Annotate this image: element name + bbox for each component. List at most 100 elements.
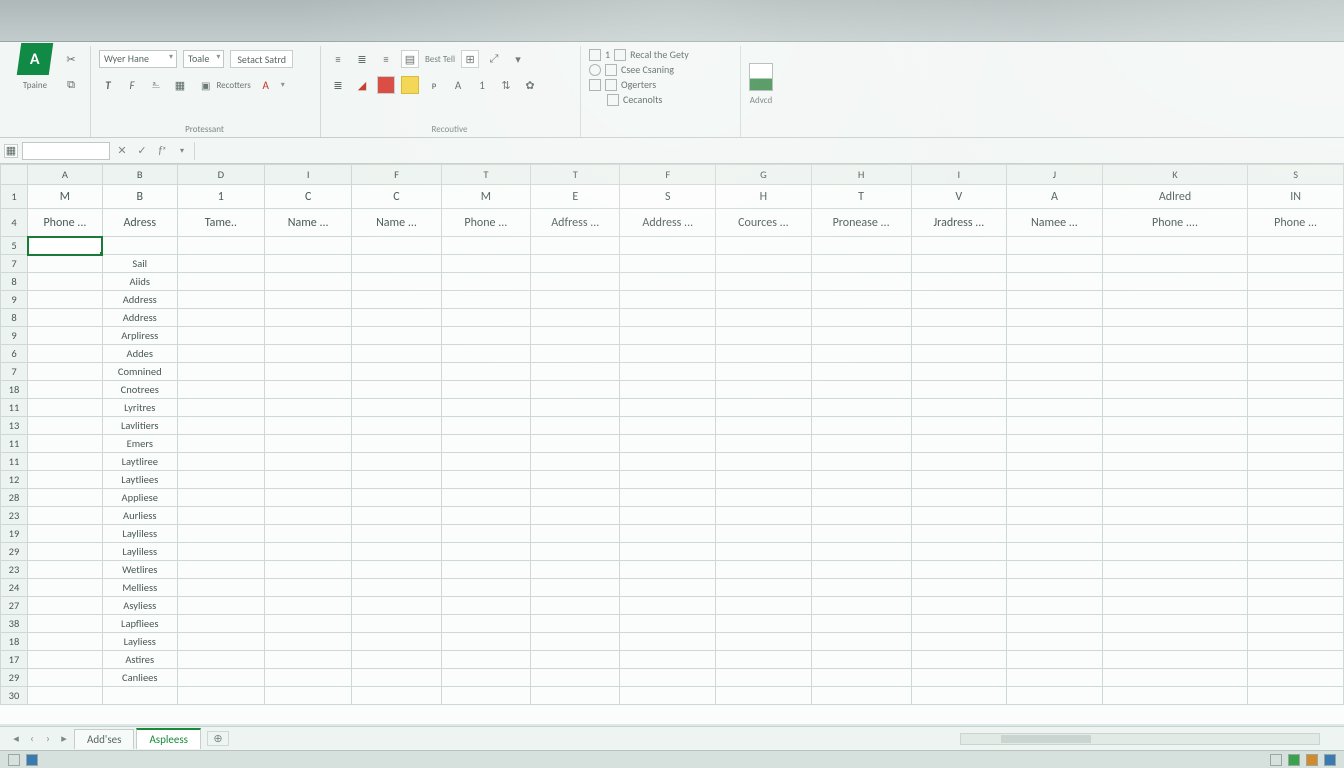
cell[interactable]: [1007, 507, 1103, 525]
cell[interactable]: [352, 579, 441, 597]
cell[interactable]: [177, 471, 264, 489]
cell[interactable]: [531, 651, 620, 669]
cell[interactable]: B: [102, 185, 177, 209]
cell[interactable]: [264, 615, 351, 633]
cell[interactable]: [1007, 399, 1103, 417]
cell[interactable]: [1102, 687, 1248, 705]
cell[interactable]: Jradress ...: [911, 209, 1007, 237]
row-header[interactable]: 18: [1, 633, 28, 651]
cell[interactable]: [811, 327, 911, 345]
row-header[interactable]: 13: [1, 417, 28, 435]
cell[interactable]: [177, 543, 264, 561]
cell[interactable]: [911, 633, 1007, 651]
column-header[interactable]: T: [441, 165, 530, 185]
indent-dec-icon[interactable]: ≣: [329, 76, 347, 94]
row-header[interactable]: 11: [1, 435, 28, 453]
cell[interactable]: [177, 507, 264, 525]
cell[interactable]: Address: [102, 309, 177, 327]
cell[interactable]: [441, 615, 530, 633]
cell[interactable]: [1007, 435, 1103, 453]
cell[interactable]: [620, 291, 716, 309]
cecanolts-link[interactable]: Cecanolts: [589, 93, 730, 106]
cell[interactable]: [352, 381, 441, 399]
cell[interactable]: [620, 507, 716, 525]
cell[interactable]: [264, 417, 351, 435]
cell[interactable]: [716, 417, 812, 435]
cell[interactable]: Lapfliees: [102, 615, 177, 633]
cell[interactable]: Astires: [102, 651, 177, 669]
cell[interactable]: [177, 669, 264, 687]
cell[interactable]: 1: [177, 185, 264, 209]
cell[interactable]: [264, 687, 351, 705]
cell[interactable]: [177, 399, 264, 417]
cell[interactable]: [441, 507, 530, 525]
cell[interactable]: [352, 417, 441, 435]
cell[interactable]: [1248, 237, 1344, 255]
cell[interactable]: [177, 579, 264, 597]
cell[interactable]: [531, 597, 620, 615]
cell[interactable]: E: [531, 185, 620, 209]
cell[interactable]: [531, 633, 620, 651]
cell[interactable]: [441, 309, 530, 327]
cell[interactable]: [352, 615, 441, 633]
cell[interactable]: Name ...: [264, 209, 351, 237]
row-header[interactable]: 28: [1, 489, 28, 507]
cell[interactable]: [352, 489, 441, 507]
cell[interactable]: [531, 237, 620, 255]
cell[interactable]: [28, 633, 103, 651]
cell[interactable]: [264, 363, 351, 381]
cell[interactable]: [1102, 435, 1248, 453]
view-normal-icon[interactable]: [1270, 754, 1282, 766]
cell[interactable]: Name ...: [352, 209, 441, 237]
csaning-link[interactable]: Csee Csaning: [589, 63, 730, 76]
cell[interactable]: [811, 237, 911, 255]
sort-icon[interactable]: ⇅: [497, 76, 515, 94]
cell[interactable]: Phone ....: [1102, 209, 1248, 237]
cell[interactable]: [1007, 345, 1103, 363]
cell[interactable]: Adlred: [1102, 185, 1248, 209]
cell[interactable]: [620, 453, 716, 471]
cell[interactable]: [1248, 363, 1344, 381]
row-header[interactable]: 8: [1, 273, 28, 291]
cell[interactable]: [177, 489, 264, 507]
column-header[interactable]: I: [264, 165, 351, 185]
align-center-icon[interactable]: ≣: [353, 50, 371, 68]
cell[interactable]: [620, 345, 716, 363]
cell[interactable]: [441, 237, 530, 255]
cell[interactable]: [811, 453, 911, 471]
add-sheet-icon[interactable]: ⊕: [207, 731, 229, 746]
cell[interactable]: [352, 273, 441, 291]
cell[interactable]: [811, 363, 911, 381]
border-icon[interactable]: ▦: [171, 76, 189, 94]
cell[interactable]: [811, 255, 911, 273]
row-header[interactable]: 9: [1, 291, 28, 309]
formula-dropdown-icon[interactable]: ▾: [174, 146, 190, 156]
horizontal-scrollbar[interactable]: [960, 733, 1320, 745]
row-header[interactable]: 18: [1, 381, 28, 399]
cell[interactable]: [811, 345, 911, 363]
cell[interactable]: [811, 651, 911, 669]
cell[interactable]: [531, 507, 620, 525]
cell[interactable]: [1102, 525, 1248, 543]
cell[interactable]: [716, 381, 812, 399]
cell[interactable]: [28, 399, 103, 417]
cell[interactable]: [1248, 489, 1344, 507]
row-header[interactable]: 9: [1, 327, 28, 345]
cell[interactable]: [716, 525, 812, 543]
row-header[interactable]: 5: [1, 237, 28, 255]
cell[interactable]: [1102, 489, 1248, 507]
cell[interactable]: [716, 327, 812, 345]
namebox-icon[interactable]: ▦: [4, 144, 18, 158]
cell[interactable]: Lavlitiers: [102, 417, 177, 435]
cell[interactable]: [811, 633, 911, 651]
cell[interactable]: [352, 471, 441, 489]
cell[interactable]: [1102, 399, 1248, 417]
cell[interactable]: [811, 471, 911, 489]
row-header[interactable]: 38: [1, 615, 28, 633]
merge-icon[interactable]: ⊞: [461, 50, 479, 68]
cell[interactable]: [441, 417, 530, 435]
cell[interactable]: [264, 489, 351, 507]
cell[interactable]: [28, 669, 103, 687]
cell[interactable]: [716, 237, 812, 255]
ogerters-link[interactable]: Ogerters: [589, 78, 730, 91]
